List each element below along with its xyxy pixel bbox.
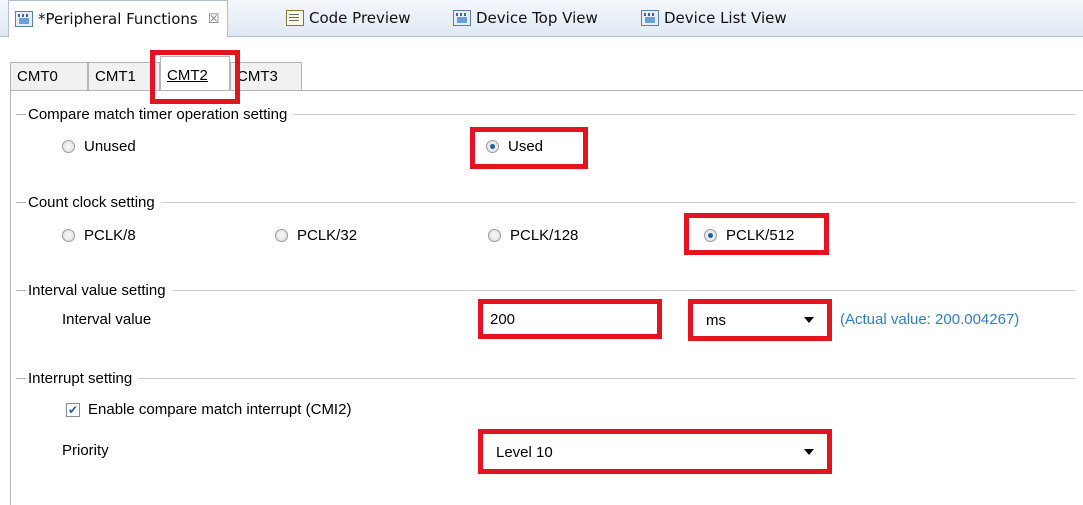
tab-peripheral-functions[interactable]: *Peripheral Functions ☒ [8,0,229,37]
highlight-box-pclk512 [684,213,829,255]
chip-icon [15,11,33,27]
tab-cmt0[interactable]: CMT0 [10,62,88,90]
radio-button[interactable] [275,229,288,242]
tab-label: Device Top View [476,9,598,27]
group-heading: Count clock setting [26,193,161,211]
radio-pclk32[interactable]: PCLK/32 [275,227,357,244]
group-heading: Compare match timer operation setting [26,105,294,123]
tab-cmt3[interactable]: CMT3 [230,62,302,90]
enable-interrupt-checkbox[interactable]: ✔ Enable compare match interrupt (CMI2) [66,401,351,418]
count-clock-group: Count clock setting [16,192,1076,212]
radio-label: Unused [84,138,136,155]
highlight-box-cmt2 [150,50,240,104]
close-icon[interactable]: ☒ [208,12,220,27]
group-heading: Interrupt setting [26,369,139,387]
priority-label: Priority [62,442,109,459]
tab-label: *Peripheral Functions [38,10,198,28]
checkbox-label: Enable compare match interrupt (CMI2) [88,401,352,418]
highlight-box-unit [688,299,832,341]
radio-button[interactable] [488,229,501,242]
radio-button[interactable] [62,229,75,242]
tab-code-preview[interactable]: Code Preview [286,0,411,36]
radio-label: PCLK/32 [297,227,358,244]
radio-unused[interactable]: Unused [62,138,136,155]
chip-icon [641,10,659,26]
radio-pclk8[interactable]: PCLK/8 [62,227,136,244]
code-preview-icon [286,10,304,26]
highlight-box-used [470,127,588,169]
operation-group: Compare match timer operation setting [16,104,1076,124]
highlight-box-priority [478,429,832,474]
tab-label: Code Preview [309,9,411,27]
interval-value-label: Interval value [62,311,152,328]
editor-tab-bar: *Peripheral Functions ☒ Code Preview Dev… [0,0,1083,37]
group-heading: Interval value setting [26,281,172,299]
tab-label: Device List View [664,9,787,27]
tab-device-top-view[interactable]: Device Top View [453,0,598,36]
panel-border-left [10,90,11,505]
radio-label: PCLK/8 [84,227,136,244]
interval-group: Interval value setting [16,280,1076,300]
radio-button[interactable] [62,140,75,153]
highlight-box-interval [478,299,662,339]
tab-device-list-view[interactable]: Device List View [641,0,787,36]
chip-icon [453,10,471,26]
checkbox-checked-icon[interactable]: ✔ [66,402,80,417]
radio-label: PCLK/128 [510,227,579,244]
interrupt-group: Interrupt setting [16,368,1076,388]
actual-value-note: (Actual value: 200.004267) [840,311,1020,328]
radio-pclk128[interactable]: PCLK/128 [488,227,578,244]
